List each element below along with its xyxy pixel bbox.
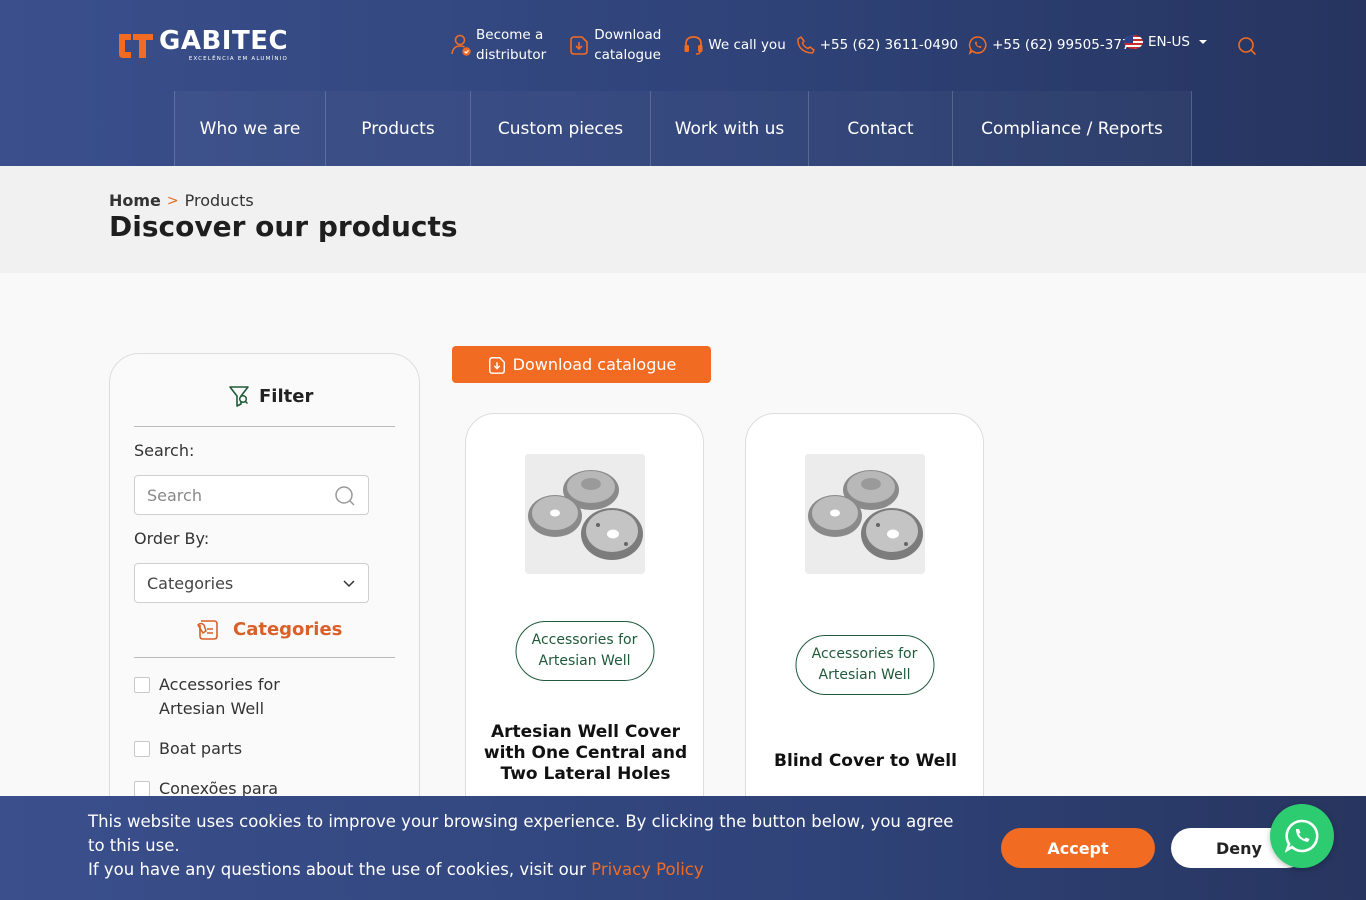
product-category-tag[interactable]: Accessories for Artesian Well — [515, 621, 654, 681]
breadcrumb-separator: > — [166, 192, 179, 209]
language-selector[interactable]: EN-US — [1124, 34, 1207, 50]
order-by-select[interactable]: Categories — [134, 563, 369, 603]
download-file-icon — [570, 36, 588, 55]
catalogue-line2: catalogue — [594, 47, 661, 63]
whatsapp-icon — [968, 36, 987, 55]
breadcrumb-home[interactable]: Home — [109, 191, 161, 210]
download-catalogue-label: Download catalogue — [512, 355, 677, 374]
category-checkbox[interactable] — [134, 741, 150, 757]
main-nav: Who we are Products Custom pieces Work w… — [174, 91, 1192, 166]
nav-who-we-are[interactable]: Who we are — [174, 91, 326, 166]
breadcrumb: Home > Products — [109, 191, 254, 210]
category-checkbox[interactable] — [134, 781, 150, 797]
top-links: Become a distributor Download catalogue We… — [450, 24, 1161, 66]
cookie-line2: If you have any questions about the use … — [88, 858, 968, 882]
category-option[interactable]: Accessories for Artesian Well — [134, 673, 334, 721]
search-input[interactable] — [147, 485, 327, 505]
product-image[interactable] — [805, 454, 925, 574]
search-icon — [1238, 37, 1256, 55]
nav-work-with-us[interactable]: Work with us — [651, 91, 809, 166]
filter-icon — [229, 386, 249, 407]
search-icon[interactable] — [334, 485, 356, 507]
caret-down-icon — [1198, 40, 1207, 44]
catalogue-line1: Download — [594, 27, 662, 43]
category-checkbox[interactable] — [134, 677, 150, 693]
order-by-label: Order By: — [134, 529, 210, 548]
search-field — [134, 475, 369, 515]
cookie-line2-prefix: If you have any questions about the use … — [88, 860, 586, 879]
product-image[interactable] — [525, 454, 645, 574]
become-distributor-link[interactable]: Become a distributor — [450, 25, 546, 65]
download-catalogue-link[interactable]: Download catalogue — [568, 25, 661, 65]
whatsapp-number: +55 (62) 99505-3776 — [992, 37, 1140, 53]
filter-title: Filter — [259, 385, 314, 407]
download-catalogue-button[interactable]: Download catalogue — [452, 346, 711, 383]
distributor-line1: Become a — [476, 27, 544, 43]
nav-custom-pieces[interactable]: Custom pieces — [471, 91, 651, 166]
cookie-message: This website uses cookies to improve you… — [88, 810, 968, 882]
chevron-down-icon — [343, 580, 355, 588]
category-label: Accessories for Artesian Well — [159, 675, 280, 718]
privacy-policy-link[interactable]: Privacy Policy — [591, 860, 703, 879]
logo-tagline: EXCELÊNCIA EM ALUMÍNIO — [188, 56, 289, 62]
phone-number: +55 (62) 3611-0490 — [819, 37, 959, 53]
cookie-banner: This website uses cookies to improve you… — [0, 796, 1366, 900]
filter-divider — [134, 426, 395, 427]
language-label: EN-US — [1148, 34, 1190, 50]
we-call-you-link[interactable]: We call you — [683, 34, 786, 56]
user-check-icon — [451, 34, 471, 56]
page-title: Discover our products — [109, 210, 458, 243]
categories-icon — [197, 620, 218, 640]
accept-cookies-button[interactable]: Accept — [1001, 828, 1155, 868]
logo-wordmark: GABITEC — [159, 26, 289, 56]
nav-products[interactable]: Products — [326, 91, 471, 166]
distributor-line2: distributor — [476, 47, 547, 63]
nav-compliance-reports[interactable]: Compliance / Reports — [953, 91, 1192, 166]
gabitec-logo[interactable]: GABITEC EXCELÊNCIA EM ALUMÍNIO — [117, 27, 288, 63]
filter-sidebar: Filter Search: Order By: Categories Cate… — [109, 353, 420, 833]
product-card[interactable]: Accessories for Artesian Well Artesian W… — [465, 413, 704, 833]
breadcrumb-current: Products — [184, 191, 254, 210]
product-card[interactable]: Accessories for Artesian Well Blind Cove… — [745, 413, 984, 833]
filter-heading: Filter — [228, 384, 313, 408]
headset-icon — [684, 36, 703, 55]
us-flag-icon — [1124, 35, 1143, 49]
download-file-icon — [488, 356, 505, 374]
categories-title: Categories — [233, 618, 343, 640]
order-by-value: Categories — [147, 573, 234, 593]
whatsapp-icon — [1284, 819, 1319, 853]
categories-divider — [134, 657, 395, 658]
categories-heading: Categories — [196, 617, 342, 641]
logo-mark-icon — [117, 30, 155, 60]
product-title[interactable]: Artesian Well Cover with One Central and… — [480, 722, 691, 785]
site-header: GABITEC EXCELÊNCIA EM ALUMÍNIO Become a d… — [0, 0, 1366, 166]
phone-link[interactable]: +55 (62) 3611-0490 — [796, 35, 958, 55]
we-call-you-label: We call you — [708, 37, 786, 53]
whatsapp-float-button[interactable] — [1270, 804, 1334, 868]
phone-icon — [796, 36, 815, 54]
product-category-tag[interactable]: Accessories for Artesian Well — [795, 635, 934, 695]
category-label: Boat parts — [159, 739, 243, 758]
category-option[interactable]: Boat parts — [134, 737, 242, 761]
whatsapp-link[interactable]: +55 (62) 99505-3776 — [968, 35, 1139, 55]
product-title[interactable]: Blind Cover to Well — [760, 751, 971, 772]
header-search-button[interactable] — [1236, 35, 1258, 61]
cookie-line1: This website uses cookies to improve you… — [88, 812, 954, 855]
search-label: Search: — [134, 441, 195, 460]
nav-contact[interactable]: Contact — [809, 91, 953, 166]
